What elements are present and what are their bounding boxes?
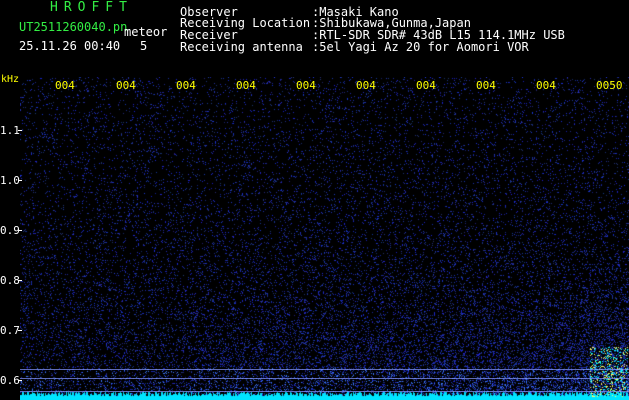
y-tick-mark: [18, 280, 22, 281]
y-tick-mark: [18, 180, 22, 181]
y-tick-label: 0.6: [0, 374, 20, 387]
antenna-value: :5el Yagi Az 20 for Aomori VOR: [312, 40, 529, 54]
x-tick-label: 004: [416, 79, 436, 92]
file-name: UT2511260040.pn: [19, 20, 128, 34]
x-tick-label: 004: [296, 79, 316, 92]
y-tick-mark: [18, 330, 22, 331]
frequency-unit-label: kHz: [1, 74, 20, 85]
y-tick-label: 1.1: [0, 124, 20, 137]
antenna-label: Receiving antenna: [180, 40, 303, 54]
header-panel: HROFFT UT2511260040.pn meteor 25.11.26 0…: [0, 0, 629, 74]
y-tick-label: 0.8: [0, 274, 20, 287]
x-tick-label: 004: [236, 79, 256, 92]
spectrogram-canvas: [20, 77, 629, 400]
x-tick-label: 004: [55, 79, 75, 92]
meteor-count: 5: [140, 39, 148, 53]
y-tick-mark: [18, 130, 22, 131]
x-tick-label: 004: [116, 79, 136, 92]
y-tick-label: 0.7: [0, 324, 20, 337]
y-tick-mark: [18, 380, 22, 381]
x-tick-label: 004: [476, 79, 496, 92]
x-tick-label: 0050: [596, 79, 623, 92]
y-tick-label: 1.0: [0, 174, 20, 187]
x-tick-label: 004: [356, 79, 376, 92]
y-tick-label: 0.9: [0, 224, 20, 237]
reference-line: [20, 369, 629, 370]
datetime: 25.11.26 00:40: [19, 39, 121, 53]
spectrogram-area: [20, 77, 629, 400]
meteor-label: meteor: [124, 25, 168, 39]
reference-line: [20, 378, 629, 379]
y-tick-mark: [18, 230, 22, 231]
app-title: HROFFT: [50, 0, 133, 15]
reference-line: [20, 391, 629, 392]
x-tick-label: 004: [536, 79, 556, 92]
x-tick-label: 004: [176, 79, 196, 92]
